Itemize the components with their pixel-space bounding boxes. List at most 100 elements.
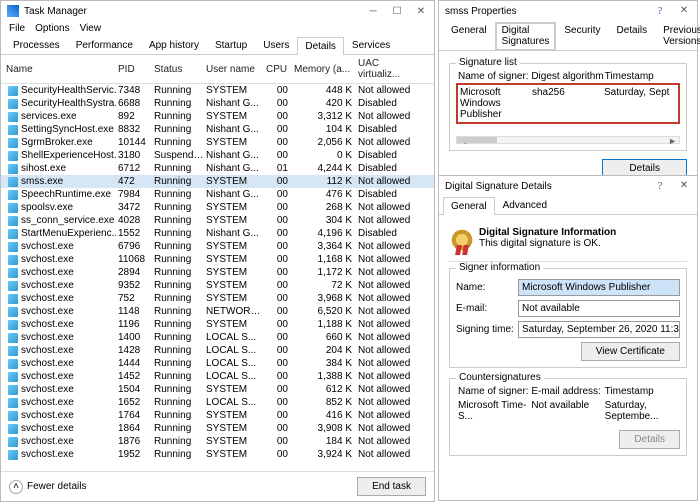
- table-row[interactable]: svchost.exe1452RunningLOCAL S...001,388 …: [1, 370, 434, 383]
- table-row[interactable]: svchost.exe1764RunningSYSTEM00416 KNot a…: [1, 409, 434, 422]
- cs-col-time[interactable]: Timestamp: [605, 386, 678, 397]
- table-row[interactable]: svchost.exe1148RunningNETWORK...006,520 …: [1, 305, 434, 318]
- tab-app-history[interactable]: App history: [141, 36, 207, 54]
- proc-uac: Not allowed: [358, 176, 424, 187]
- tab-details[interactable]: Details: [297, 37, 344, 55]
- tm-title: Task Manager: [24, 6, 87, 17]
- proc-status: Running: [154, 436, 204, 447]
- tab-general[interactable]: General: [443, 197, 495, 215]
- view-certificate-button[interactable]: View Certificate: [581, 342, 680, 361]
- col-status[interactable]: Status: [154, 64, 204, 75]
- menu-file[interactable]: File: [9, 23, 25, 34]
- tm-process-list[interactable]: SecurityHealthServic...7348RunningSYSTEM…: [1, 84, 434, 461]
- table-row[interactable]: svchost.exe1864RunningSYSTEM003,908 KNot…: [1, 422, 434, 435]
- email-value[interactable]: Not available: [518, 300, 680, 317]
- table-row[interactable]: SettingSyncHost.exe8832RunningNishant G.…: [1, 123, 434, 136]
- table-row[interactable]: svchost.exe1876RunningSYSTEM00184 KNot a…: [1, 435, 434, 448]
- table-row[interactable]: svchost.exe9352RunningSYSTEM0072 KNot al…: [1, 279, 434, 292]
- tab-performance[interactable]: Performance: [68, 36, 141, 54]
- table-row[interactable]: svchost.exe11068RunningSYSTEM001,168 KNo…: [1, 253, 434, 266]
- table-row[interactable]: StartMenuExperienc...1552RunningNishant …: [1, 227, 434, 240]
- proc-uac: Not allowed: [358, 423, 424, 434]
- exe-icon: [8, 385, 18, 395]
- proc-user: LOCAL S...: [206, 397, 264, 408]
- tab-general[interactable]: General: [443, 21, 495, 50]
- col-pid[interactable]: PID: [118, 64, 152, 75]
- col-mem[interactable]: Memory (a...: [294, 64, 356, 75]
- tab-advanced[interactable]: Advanced: [495, 196, 555, 214]
- proc-user: SYSTEM: [206, 202, 264, 213]
- col-cpu[interactable]: CPU: [266, 64, 292, 75]
- tab-digital-signatures[interactable]: Digital Signatures: [495, 22, 557, 51]
- table-row[interactable]: spoolsv.exe3472RunningSYSTEM00268 KNot a…: [1, 201, 434, 214]
- signtime-value[interactable]: Saturday, September 26, 2020 11:34:47 AM: [518, 321, 680, 338]
- table-row[interactable]: svchost.exe6796RunningSYSTEM003,364 KNot…: [1, 240, 434, 253]
- menu-view[interactable]: View: [80, 23, 102, 34]
- table-row[interactable]: SpeechRuntime.exe7984RunningNishant G...…: [1, 188, 434, 201]
- proc-status: Running: [154, 85, 204, 96]
- table-row[interactable]: ss_conn_service.exe4028RunningSYSTEM0030…: [1, 214, 434, 227]
- col-uac[interactable]: UAC virtualiz...: [358, 58, 424, 80]
- cs-details-button[interactable]: Details: [619, 430, 680, 449]
- help-button[interactable]: ?: [653, 5, 667, 17]
- sig-ok-text: This digital signature is OK.: [479, 238, 616, 249]
- scroll-thumb[interactable]: [457, 137, 497, 143]
- table-row[interactable]: svchost.exe1196RunningSYSTEM001,188 KNot…: [1, 318, 434, 331]
- col-user[interactable]: User name: [206, 64, 264, 75]
- cs-row[interactable]: Microsoft Time-S... Not available Saturd…: [456, 398, 680, 424]
- table-row[interactable]: SecurityHealthServic...7348RunningSYSTEM…: [1, 84, 434, 97]
- maximize-button[interactable]: ☐: [390, 6, 404, 17]
- sigcol-time[interactable]: Timestamp: [605, 71, 678, 82]
- table-row[interactable]: services.exe892RunningSYSTEM003,312 KNot…: [1, 110, 434, 123]
- sigcol-digest[interactable]: Digest algorithm: [531, 71, 604, 82]
- table-row[interactable]: svchost.exe1444RunningLOCAL S...00384 KN…: [1, 357, 434, 370]
- table-row[interactable]: svchost.exe1400RunningLOCAL S...00660 KN…: [1, 331, 434, 344]
- tab-details[interactable]: Details: [609, 21, 656, 50]
- table-row[interactable]: ShellExperienceHost...3180SuspendedNisha…: [1, 149, 434, 162]
- table-row[interactable]: SecurityHealthSystra...6688RunningNishan…: [1, 97, 434, 110]
- tab-previous-versions[interactable]: Previous Versions: [655, 21, 700, 50]
- tab-processes[interactable]: Processes: [5, 36, 68, 54]
- table-row[interactable]: svchost.exe1952RunningSYSTEM003,924 KNot…: [1, 448, 434, 461]
- table-row[interactable]: smss.exe472RunningSYSTEM00112 KNot allow…: [1, 175, 434, 188]
- exe-icon: [8, 359, 18, 369]
- table-row[interactable]: svchost.exe2894RunningSYSTEM001,172 KNot…: [1, 266, 434, 279]
- menu-options[interactable]: Options: [35, 23, 69, 34]
- tab-users[interactable]: Users: [255, 36, 297, 54]
- proc-uac: Disabled: [358, 163, 424, 174]
- fewer-details-toggle[interactable]: ˄ Fewer details: [9, 480, 86, 494]
- col-name[interactable]: Name: [6, 64, 116, 75]
- table-row[interactable]: sihost.exe6712RunningNishant G...014,244…: [1, 162, 434, 175]
- sig-scrollbar[interactable]: ◄ ►: [456, 136, 680, 144]
- tab-security[interactable]: Security: [556, 21, 608, 50]
- sigcol-name[interactable]: Name of signer:: [458, 71, 531, 82]
- help-button[interactable]: ?: [653, 180, 667, 192]
- close-button[interactable]: ✕: [677, 180, 691, 192]
- proc-status: Running: [154, 332, 204, 343]
- proc-user: SYSTEM: [206, 215, 264, 226]
- table-row[interactable]: svchost.exe1428RunningLOCAL S...00204 KN…: [1, 344, 434, 357]
- proc-cpu: 00: [266, 111, 292, 122]
- close-button[interactable]: ✕: [677, 5, 691, 17]
- end-task-button[interactable]: End task: [357, 477, 426, 496]
- cs-col-name[interactable]: Name of signer:: [458, 386, 531, 397]
- scroll-right-icon[interactable]: ►: [668, 136, 677, 146]
- table-row[interactable]: svchost.exe752RunningSYSTEM003,968 KNot …: [1, 292, 434, 305]
- close-button[interactable]: ✕: [414, 6, 428, 17]
- table-row[interactable]: svchost.exe1652RunningLOCAL S...00852 KN…: [1, 396, 434, 409]
- proc-name: SecurityHealthSystra...: [6, 98, 116, 109]
- sig-list-row[interactable]: Microsoft Windows Publisher sha256 Satur…: [456, 83, 680, 124]
- exe-icon: [8, 86, 18, 96]
- table-row[interactable]: svchost.exe1504RunningSYSTEM00612 KNot a…: [1, 383, 434, 396]
- proc-cpu: 00: [266, 150, 292, 161]
- sig-name: Microsoft Windows Publisher: [460, 87, 532, 120]
- tab-startup[interactable]: Startup: [207, 36, 255, 54]
- tab-services[interactable]: Services: [344, 36, 398, 54]
- proc-user: Nishant G...: [206, 189, 264, 200]
- signature-details-window: Digital Signature Details ? ✕ General Ad…: [438, 175, 698, 501]
- proc-status: Running: [154, 111, 204, 122]
- table-row[interactable]: SgrmBroker.exe10144RunningSYSTEM002,056 …: [1, 136, 434, 149]
- minimize-button[interactable]: ─: [366, 6, 380, 17]
- cs-col-email[interactable]: E-mail address:: [531, 386, 604, 397]
- name-value[interactable]: Microsoft Windows Publisher: [518, 279, 680, 296]
